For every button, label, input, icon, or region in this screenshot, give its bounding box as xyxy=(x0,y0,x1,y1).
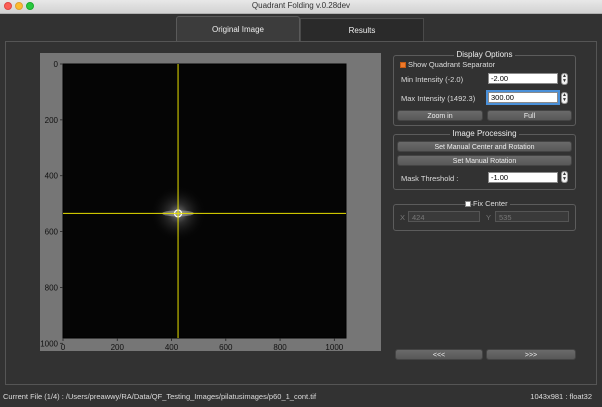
fix-center-y-value: 535 xyxy=(499,213,512,222)
set-manual-center-rotation-button[interactable]: Set Manual Center and Rotation xyxy=(397,141,572,152)
fix-center-x-label: X xyxy=(400,213,406,222)
tab-original-image[interactable]: Original Image xyxy=(176,16,300,41)
previous-image-button[interactable]: <<< xyxy=(395,349,483,360)
min-intensity-label: Min Intensity (-2.0) xyxy=(401,75,464,84)
full-button[interactable]: Full xyxy=(487,110,572,121)
mask-threshold-label: Mask Threshold : xyxy=(401,174,459,183)
zoom-in-button[interactable]: Zoom in xyxy=(397,110,483,121)
min-intensity-input[interactable]: -2.00 xyxy=(488,73,558,84)
current-file-status: Current File (1/4) : /Users/preawwy/RA/D… xyxy=(3,392,317,401)
fix-center-checkbox[interactable] xyxy=(465,201,471,207)
image-info-status: 1043x981 : float32 xyxy=(530,392,592,401)
fix-center-label: Fix Center xyxy=(473,199,510,208)
max-intensity-input[interactable]: 300.00 xyxy=(486,90,560,105)
tab-results[interactable]: Results xyxy=(300,18,424,41)
display-options-title: Display Options xyxy=(454,50,515,59)
show-quadrant-separator-label: Show Quadrant Separator xyxy=(408,60,496,69)
set-manual-rotation-button[interactable]: Set Manual Rotation xyxy=(397,155,572,166)
max-intensity-stepper[interactable]: ▲ ▼ xyxy=(561,92,568,104)
window-titlebar: Quadrant Folding v.0.28dev xyxy=(0,0,602,14)
window-title: Quadrant Folding v.0.28dev xyxy=(251,1,351,10)
image-processing-title: Image Processing xyxy=(450,129,519,138)
mask-threshold-stepper[interactable]: ▲ ▼ xyxy=(561,171,568,183)
max-intensity-label: Max Intensity (1492.3) xyxy=(401,94,476,103)
fix-center-y-label: Y xyxy=(486,213,492,222)
next-image-button[interactable]: >>> xyxy=(486,349,576,360)
fix-center-x-value: 424 xyxy=(412,213,425,222)
min-intensity-stepper[interactable]: ▲ ▼ xyxy=(561,73,568,85)
show-quadrant-separator-checkbox[interactable] xyxy=(400,62,406,68)
mask-threshold-input[interactable]: -1.00 xyxy=(488,172,558,183)
image-plot-area[interactable] xyxy=(40,53,381,351)
